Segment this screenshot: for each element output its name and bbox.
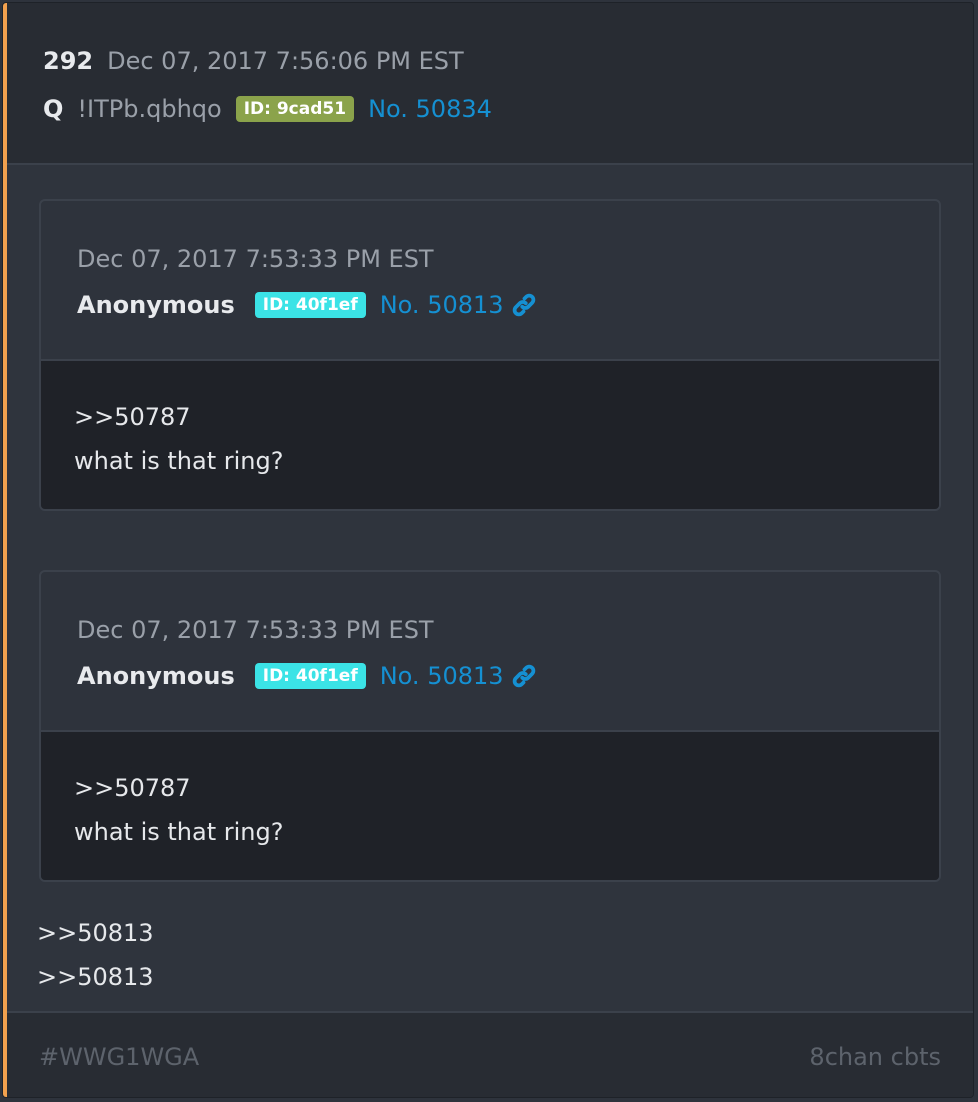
quoted-post-text: what is that ring? (74, 818, 284, 846)
quoted-post-text: what is that ring? (74, 447, 284, 475)
quoted-post-header: Dec 07, 2017 7:53:33 PM EST Anonymous ID… (41, 201, 939, 361)
link-icon[interactable] (510, 662, 538, 690)
post-card: 292 Dec 07, 2017 7:56:06 PM EST Q !ITPb.… (2, 2, 974, 1098)
link-icon[interactable] (510, 291, 538, 319)
post-footer: #WWG1WGA 8chan cbts (7, 1011, 973, 1097)
quoted-post-backlink[interactable]: >>50787 (74, 774, 191, 802)
post-meta-row: 292 Dec 07, 2017 7:56:06 PM EST (43, 47, 464, 79)
quoted-post-author: Anonymous (77, 662, 235, 690)
quoted-post-number-link[interactable]: No. 50813 (380, 662, 504, 690)
post-author-row: Q !ITPb.qbhqo ID: 9cad51 No. 50834 (43, 91, 492, 127)
quoted-post-timestamp: Dec 07, 2017 7:53:33 PM EST (77, 245, 434, 273)
quoted-post-author-row: Anonymous ID: 40f1ef No. 50813 (77, 658, 538, 694)
quoted-post: Dec 07, 2017 7:53:33 PM EST Anonymous ID… (39, 570, 941, 882)
post-number: 292 (43, 47, 94, 75)
quoted-post-author-row: Anonymous ID: 40f1ef No. 50813 (77, 287, 538, 323)
quoted-post-number-link[interactable]: No. 50813 (380, 291, 504, 319)
quoted-post-timestamp: Dec 07, 2017 7:53:33 PM EST (77, 616, 434, 644)
post-id-badge[interactable]: ID: 9cad51 (235, 96, 355, 122)
post-author: Q (43, 95, 64, 123)
post-tripcode: !ITPb.qbhqo (77, 95, 222, 123)
quoted-post: Dec 07, 2017 7:53:33 PM EST Anonymous ID… (39, 199, 941, 511)
quoted-post-id-badge[interactable]: ID: 40f1ef (254, 292, 366, 318)
quoted-post-author: Anonymous (77, 291, 235, 319)
quoted-post-id-badge[interactable]: ID: 40f1ef (254, 663, 366, 689)
quoted-post-backlink[interactable]: >>50787 (74, 403, 191, 431)
quoted-post-body: >>50787 what is that ring? (41, 361, 939, 509)
quoted-post-body: >>50787 what is that ring? (41, 732, 939, 880)
post-backlink[interactable]: >>50813 (37, 919, 154, 947)
post-header: 292 Dec 07, 2017 7:56:06 PM EST Q !ITPb.… (7, 3, 973, 165)
hashtag: #WWG1WGA (39, 1043, 200, 1071)
post-backlink[interactable]: >>50813 (37, 963, 154, 991)
source-label: 8chan cbts (809, 1043, 941, 1071)
post-number-link[interactable]: No. 50834 (368, 95, 492, 123)
post-timestamp: Dec 07, 2017 7:56:06 PM EST (107, 47, 464, 75)
quoted-post-header: Dec 07, 2017 7:53:33 PM EST Anonymous ID… (41, 572, 939, 732)
accent-bar (3, 3, 7, 1097)
